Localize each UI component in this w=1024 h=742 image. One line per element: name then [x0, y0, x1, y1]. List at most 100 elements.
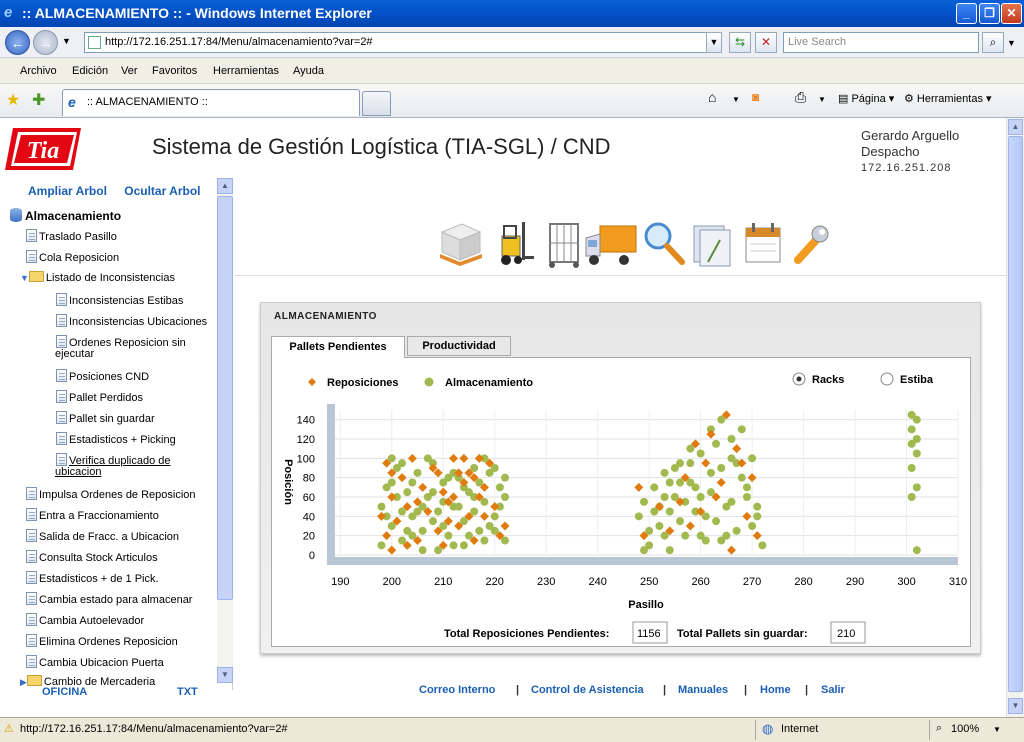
reposiciones-point	[397, 473, 407, 483]
tree-subitem[interactable]: Ordenes Reposicion sin	[56, 335, 186, 349]
almacenamiento-point	[712, 439, 721, 448]
print-icon[interactable]: ⎙	[795, 89, 806, 106]
tree-subitem[interactable]: Inconsistencias Estibas	[56, 293, 183, 307]
menu-ayuda[interactable]: Ayuda	[293, 65, 324, 77]
tree-subitem[interactable]: Inconsistencias Ubicaciones	[56, 314, 207, 328]
forklift-icon[interactable]	[488, 218, 536, 270]
tree-item[interactable]: Entra a Fraccionamiento	[26, 508, 159, 522]
address-field[interactable]: http://172.16.251.17:84/Menu/almacenamie…	[84, 32, 722, 53]
menu-archivo[interactable]: Archivo	[20, 65, 57, 77]
refresh-button[interactable]: ⇆	[729, 32, 751, 53]
almacenamiento-point	[428, 488, 437, 497]
scroll-thumb[interactable]	[217, 196, 233, 600]
tree-subitem[interactable]: Estadisticos + Picking	[56, 432, 176, 446]
favorites-star-icon[interactable]: ★	[6, 90, 20, 110]
manuales-link[interactable]: Manuales	[678, 684, 728, 696]
search-input[interactable]: Live Search	[783, 32, 979, 53]
document-icon	[56, 390, 67, 403]
minimize-button[interactable]: _	[956, 3, 977, 24]
menu-herramientas[interactable]: Herramientas	[213, 65, 279, 77]
page-scroll-down-icon[interactable]: ▼	[1008, 698, 1023, 714]
tools-menu[interactable]: ⚙ Herramientas ▾	[904, 92, 992, 105]
sidebar-scrollbar[interactable]: ▲ ▼	[217, 178, 233, 683]
feeds-icon[interactable]: ◙	[752, 90, 759, 104]
legend-almacenamiento-label: Almacenamiento	[445, 377, 533, 389]
tree-item-traslado-pasillo[interactable]: Traslado Pasillo	[26, 229, 117, 243]
magnifier-icon[interactable]	[640, 218, 688, 270]
zoom-level[interactable]: 100%	[951, 723, 979, 735]
tab-pallets-pendientes[interactable]: Pallets Pendientes	[271, 336, 405, 358]
tree-item[interactable]: Impulsa Ordenes de Reposicion	[26, 487, 196, 501]
home-dropdown-icon[interactable]: ▼	[732, 95, 740, 104]
hide-tree-link[interactable]: Ocultar Arbol	[124, 184, 200, 198]
tree-subitem-continued[interactable]: ubicacion	[55, 466, 101, 478]
tree-subitem[interactable]: Pallet sin guardar	[56, 411, 155, 425]
document-icon	[26, 250, 37, 263]
wrench-icon[interactable]	[788, 218, 836, 270]
folders-icon[interactable]	[688, 218, 736, 270]
tree-folder-inconsistencias[interactable]: ▼ Listado de Inconsistencias	[20, 271, 175, 284]
almacenamiento-point	[449, 541, 458, 550]
page-scroll-up-icon[interactable]: ▲	[1008, 119, 1023, 135]
menu-ver[interactable]: Ver	[121, 65, 138, 77]
pallet-icon[interactable]	[436, 218, 484, 270]
home-link[interactable]: Home	[760, 684, 791, 696]
page-scroll-thumb[interactable]	[1008, 136, 1023, 692]
radio-estiba[interactable]	[880, 372, 894, 386]
tree-item-cola-reposicion[interactable]: Cola Reposicion	[26, 250, 119, 264]
tab-productividad[interactable]: Productividad	[407, 336, 511, 356]
almacenamiento-point	[681, 531, 690, 540]
tree-item[interactable]: Cambia Autoelevador	[26, 613, 144, 627]
print-dropdown-icon[interactable]: ▼	[818, 95, 826, 104]
x-tick-label: 220	[486, 576, 504, 588]
tree-subitem-selected[interactable]: Verifica duplicado de	[56, 453, 171, 467]
scroll-down-icon[interactable]: ▼	[217, 667, 233, 683]
page-title: Sistema de Gestión Logística (TIA-SGL) /…	[152, 134, 611, 159]
tree-item[interactable]: Consulta Stock Articulos	[26, 550, 158, 564]
correo-interno-link[interactable]: Correo Interno	[419, 684, 495, 696]
tree-folder[interactable]: ▶ Cambio de Mercaderia	[20, 675, 155, 688]
tab-almacenamiento[interactable]: e :: ALMACENAMIENTO ::	[62, 89, 360, 116]
tree-subitem[interactable]: Posiciones CND	[56, 369, 149, 383]
menu-favoritos[interactable]: Favoritos	[152, 65, 197, 77]
oficina-link[interactable]: OFICINA	[42, 686, 87, 698]
maximize-button[interactable]: ❐	[979, 3, 1000, 24]
txt-link[interactable]: TXT	[177, 686, 198, 698]
truck-icon[interactable]	[584, 218, 638, 270]
menu-edicion[interactable]: Edición	[72, 65, 108, 77]
almacenamiento-point	[717, 464, 726, 472]
forward-button[interactable]: →	[33, 30, 58, 55]
search-options-icon[interactable]: ▼	[1007, 38, 1016, 48]
almacenamiento-point	[737, 473, 746, 482]
stop-button[interactable]: ✕	[755, 32, 777, 53]
page-menu-icon: ▤	[838, 93, 852, 105]
new-tab-button[interactable]	[362, 91, 391, 116]
home-icon[interactable]: ⌂	[708, 89, 716, 105]
tree-item[interactable]: Estadisticos + de 1 Pick.	[26, 571, 159, 585]
salir-link[interactable]: Salir	[821, 684, 845, 696]
cage-cart-icon[interactable]	[540, 218, 588, 270]
tree-item[interactable]: Salida de Fracc. a Ubicacion	[26, 529, 179, 543]
expand-tree-link[interactable]: Ampliar Arbol	[28, 184, 107, 198]
address-dropdown-icon[interactable]: ▼	[706, 32, 722, 53]
zoom-icon[interactable]: ⌕	[936, 722, 942, 735]
tree-item[interactable]: Cambia Ubicacion Puerta	[26, 655, 164, 669]
page-scrollbar[interactable]: ▲ ▼	[1006, 118, 1024, 717]
calendar-icon[interactable]	[740, 218, 788, 270]
add-favorite-icon[interactable]: ✚	[32, 90, 45, 110]
zoom-dropdown-icon[interactable]: ▼	[993, 725, 1001, 734]
page-menu-label: Página	[851, 93, 886, 105]
tree-subitem[interactable]: Pallet Perdidos	[56, 390, 143, 404]
tree-root[interactable]: Almacenamiento	[10, 208, 121, 223]
tree-item-label: Estadisticos + de 1 Pick.	[39, 573, 159, 585]
scroll-up-icon[interactable]: ▲	[217, 178, 233, 194]
control-asistencia-link[interactable]: Control de Asistencia	[531, 684, 644, 696]
search-icon[interactable]: ⌕	[982, 32, 1004, 53]
close-button[interactable]: ✕	[1001, 3, 1022, 24]
tree-item[interactable]: Cambia estado para almacenar	[26, 592, 192, 606]
back-button[interactable]: ←	[5, 30, 30, 55]
page-menu[interactable]: ▤ Página ▾	[838, 92, 894, 105]
history-dropdown-icon[interactable]: ▼	[62, 36, 71, 46]
tree-item[interactable]: Elimina Ordenes Reposicion	[26, 634, 178, 648]
tree-subitem-continued[interactable]: ejecutar	[55, 348, 94, 360]
